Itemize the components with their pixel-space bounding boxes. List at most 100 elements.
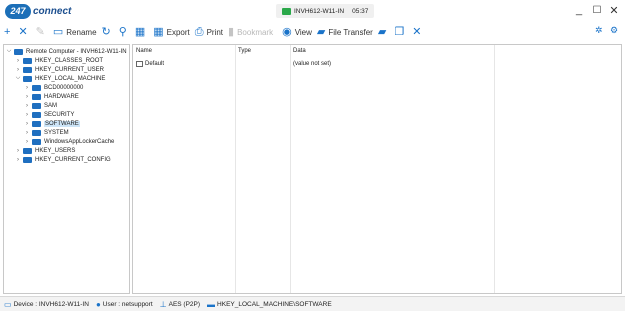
settings-alt-icon[interactable]: ✲ — [595, 25, 603, 36]
chevron-down-icon[interactable]: ⌵ — [6, 48, 12, 55]
export-icon: ▦ — [153, 26, 164, 38]
registry-tree: ⌵ Remote Computer - INVH612-W11-IN › HKEY_… — [3, 44, 130, 294]
monitor-icon — [282, 7, 291, 15]
printer-icon: ⎙ — [194, 26, 204, 38]
export-label: Export — [166, 28, 190, 37]
app-logo: 247 connect — [5, 3, 71, 19]
pencil-icon: ✎ — [35, 26, 45, 38]
chevron-right-icon[interactable]: › — [15, 148, 21, 154]
export-button[interactable]: ▦ Export — [153, 25, 190, 41]
rename-label: Rename — [66, 28, 97, 37]
tree-item-applocker[interactable]: › WindowsAppLockerCache — [24, 137, 114, 146]
registry-value-icon — [136, 60, 143, 67]
edit-button[interactable]: ✎ — [36, 25, 48, 41]
delete-button[interactable]: ✕ — [18, 25, 30, 41]
connection-icon: ⊥ — [159, 299, 167, 309]
view-label: View — [294, 28, 312, 37]
add-key-button[interactable]: + — [4, 25, 13, 41]
folder-icon — [23, 147, 32, 154]
chat-icon: ▰ — [377, 26, 387, 38]
column-header-type[interactable]: Type — [238, 48, 251, 57]
monitor-icon: ▭ — [4, 299, 12, 309]
computer-icon — [14, 48, 23, 55]
column-header-name[interactable]: Name — [136, 48, 152, 57]
status-bar: ▭ Device : INVH612-W11-IN ● User : netsupp… — [0, 296, 625, 311]
file-transfer-button[interactable]: ▰ File Transfer — [317, 25, 373, 41]
title-bar: 247 connect INVH612-W11-IN 05:37 _ ☐ ✕ — [0, 0, 625, 22]
tree-root[interactable]: ⌵ Remote Computer - INVH612-W11-IN — [6, 47, 127, 56]
chevron-right-icon[interactable]: › — [15, 67, 21, 73]
tree-item-software[interactable]: › SOFTWARE — [24, 119, 80, 128]
session-time: 05:37 — [352, 7, 369, 15]
chevron-right-icon[interactable]: › — [24, 103, 30, 109]
tree-item-hkcu[interactable]: › HKEY_CURRENT_USER — [15, 65, 104, 74]
chevron-right-icon[interactable]: › — [15, 157, 21, 163]
session-computer: INVH612-W11-IN — [294, 7, 345, 15]
logo-badge: 247 — [5, 3, 31, 19]
bookmark-icon: ▮ — [228, 26, 235, 38]
folder-icon — [32, 129, 41, 136]
tree-item-system[interactable]: › SYSTEM — [24, 128, 69, 137]
folder-icon — [32, 111, 41, 118]
folder-icon — [23, 57, 32, 64]
chevron-right-icon[interactable]: › — [24, 94, 30, 100]
tree-item-hkcc[interactable]: › HKEY_CURRENT_CONFIG — [15, 155, 111, 164]
tree-item-hkcr[interactable]: › HKEY_CLASSES_ROOT — [15, 56, 103, 65]
screens-button[interactable]: ❐ — [394, 25, 407, 41]
tree-item-hku[interactable]: › HKEY_USERS — [15, 146, 75, 155]
column-divider[interactable] — [494, 45, 495, 293]
chevron-right-icon[interactable]: › — [24, 121, 30, 127]
values-list: Name Type Data Default (value not set) — [132, 44, 622, 294]
view-button[interactable]: ◉ View — [282, 25, 312, 41]
tree-item-hardware[interactable]: › HARDWARE — [24, 92, 79, 101]
delete-icon: ✕ — [18, 26, 28, 38]
folder-icon — [23, 66, 32, 73]
rename-button[interactable]: ▭ Rename — [53, 25, 97, 41]
search-icon: ⚲ — [118, 26, 127, 38]
gear-icon[interactable]: ⚙ — [610, 25, 618, 36]
tree-item-bcd[interactable]: › BCD00000000 — [24, 83, 83, 92]
screens-icon: ❐ — [394, 26, 405, 38]
eye-icon: ◉ — [282, 26, 292, 38]
chat-button[interactable]: ▰ — [378, 25, 389, 41]
status-user: ● User : netsupport — [95, 299, 153, 309]
tools-button[interactable]: ✕ — [412, 25, 424, 41]
table-row-name[interactable]: Default — [136, 59, 164, 68]
tree-item-sam[interactable]: › SAM — [24, 101, 57, 110]
toolbar: + ✕ ✎ ▭ Rename ↻ ⚲ ▦ ▦ Export ⎙ Print ▮ Book… — [0, 22, 625, 43]
refresh-button[interactable]: ↻ — [102, 25, 114, 41]
status-path: ▬ HKEY_LOCAL_MACHINE\SOFTWARE — [207, 299, 332, 309]
tree-item-hklm[interactable]: ⌵ HKEY_LOCAL_MACHINE — [15, 74, 105, 83]
folder-icon — [32, 120, 41, 127]
file-transfer-label: File Transfer — [328, 28, 373, 37]
chevron-right-icon[interactable]: › — [24, 112, 30, 118]
folder-icon — [32, 138, 41, 145]
maximize-button[interactable]: ☐ — [589, 3, 605, 17]
tree-item-security[interactable]: › SECURITY — [24, 110, 74, 119]
search-button[interactable]: ⚲ — [119, 25, 130, 41]
chevron-right-icon[interactable]: › — [24, 139, 30, 145]
folder-icon — [32, 102, 41, 109]
table-row-data[interactable]: (value not set) — [293, 59, 331, 68]
folder-icon: ▬ — [207, 299, 216, 309]
folder-icon — [32, 93, 41, 100]
tools-icon: ✕ — [412, 26, 422, 38]
session-indicator[interactable]: INVH612-W11-IN 05:37 — [276, 4, 375, 18]
refresh-icon: ↻ — [101, 26, 111, 38]
column-divider[interactable] — [290, 45, 291, 293]
bookmark-button[interactable]: ▮ Bookmark — [228, 25, 273, 41]
folder-icon — [32, 84, 41, 91]
chevron-right-icon[interactable]: › — [24, 130, 30, 136]
rename-icon: ▭ — [52, 26, 64, 38]
column-header-data[interactable]: Data — [293, 48, 306, 57]
chevron-down-icon[interactable]: ⌵ — [15, 75, 21, 82]
chevron-right-icon[interactable]: › — [24, 85, 30, 91]
import-button[interactable]: ▦ — [135, 25, 148, 41]
folder-icon — [23, 75, 32, 82]
close-button[interactable]: ✕ — [606, 3, 622, 17]
bookmark-label: Bookmark — [237, 28, 274, 37]
minimize-button[interactable]: _ — [571, 3, 587, 17]
print-button[interactable]: ⎙ Print — [195, 25, 223, 41]
column-divider[interactable] — [235, 45, 236, 293]
chevron-right-icon[interactable]: › — [15, 58, 21, 64]
